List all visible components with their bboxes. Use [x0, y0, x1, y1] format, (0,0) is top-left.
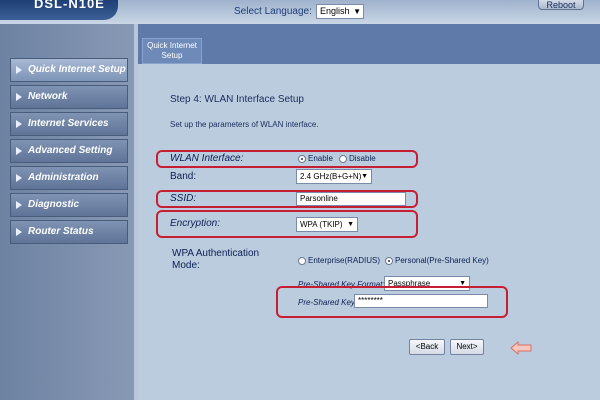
reboot-button[interactable]: Reboot — [538, 0, 584, 10]
sidebar-item-diagnostic[interactable]: Diagnostic — [10, 193, 128, 217]
chevron-down-icon: ▼ — [353, 7, 361, 16]
tab-label-line-1: Quick Internet — [147, 41, 197, 50]
select-language-label: Select Language: — [234, 6, 312, 17]
tab-bar: Quick Internet Setup — [138, 24, 600, 64]
enterprise-label: Enterprise(RADIUS) — [308, 256, 381, 265]
chevron-down-icon: ▼ — [361, 173, 368, 180]
wpa-auth-label-line-1: WPA Authentication — [172, 248, 260, 259]
sidebar-item-router-status[interactable]: Router Status — [10, 220, 128, 244]
radio-unselected-icon[interactable] — [298, 256, 306, 265]
sidebar: Quick Internet Setup Network Internet Se… — [0, 24, 134, 400]
tab-quick-internet-setup[interactable]: Quick Internet Setup — [142, 38, 202, 64]
band-value: 2.4 GHz(B+G+N) — [300, 172, 362, 181]
sidebar-item-advanced-setting[interactable]: Advanced Setting — [10, 139, 128, 163]
model-name: DSL-N10E — [34, 0, 105, 11]
radio-selected-icon[interactable] — [385, 256, 393, 265]
model-logo: DSL-N10E — [0, 0, 118, 20]
chevron-down-icon: ▼ — [347, 221, 354, 228]
encryption-select[interactable]: WPA (TKIP) ▼ — [296, 217, 358, 232]
sidebar-item-label: Internet Services — [28, 118, 109, 129]
sidebar-item-label: Advanced Setting — [28, 145, 113, 156]
triangle-right-icon — [16, 66, 22, 74]
psk-input[interactable]: ******** — [354, 294, 488, 308]
disable-radio-option[interactable]: Disable — [339, 154, 376, 163]
band-select[interactable]: 2.4 GHz(B+G+N) ▼ — [296, 169, 372, 184]
sidebar-item-administration[interactable]: Administration — [10, 166, 128, 190]
enable-label: Enable — [308, 154, 333, 163]
encryption-label: Encryption: — [170, 218, 221, 229]
back-button[interactable]: <Back — [409, 339, 445, 355]
radio-unselected-icon[interactable] — [339, 154, 347, 163]
language-value: English — [320, 6, 350, 16]
encryption-value: WPA (TKIP) — [300, 220, 343, 229]
sidebar-item-label: Router Status — [28, 226, 94, 237]
ssid-label: SSID: — [170, 193, 197, 204]
disable-label: Disable — [349, 154, 376, 163]
band-label: Band: — [170, 171, 197, 182]
ssid-input[interactable]: Parsonline — [296, 192, 406, 206]
page-description: Set up the parameters of WLAN interface. — [170, 120, 319, 129]
next-button[interactable]: Next> — [450, 339, 484, 355]
enable-radio-option[interactable]: Enable — [298, 154, 333, 163]
sidebar-item-network[interactable]: Network — [10, 85, 128, 109]
arrow-left-icon — [510, 341, 532, 355]
page-title: Step 4: WLAN Interface Setup — [170, 94, 304, 105]
enterprise-radio-option[interactable]: Enterprise(RADIUS) — [298, 256, 380, 265]
sidebar-item-label: Quick Internet Setup — [28, 64, 126, 75]
personal-label: Personal(Pre-Shared Key) — [395, 256, 489, 265]
radio-selected-icon[interactable] — [298, 154, 306, 163]
top-header: DSL-N10E Select Language: English ▼ Rebo… — [0, 0, 600, 24]
sidebar-item-quick-internet-setup[interactable]: Quick Internet Setup — [10, 58, 128, 82]
tab-label-line-2: Setup — [161, 51, 183, 60]
psk-label: Pre-Shared Key: — [298, 298, 358, 307]
triangle-right-icon — [16, 147, 22, 155]
language-select[interactable]: English ▼ — [316, 4, 364, 19]
wlan-interface-label: WLAN Interface: — [170, 153, 244, 164]
triangle-right-icon — [16, 228, 22, 236]
wpa-auth-label-line-2: Mode: — [172, 260, 200, 271]
triangle-right-icon — [16, 93, 22, 101]
sidebar-item-internet-services[interactable]: Internet Services — [10, 112, 128, 136]
sidebar-item-label: Diagnostic — [28, 199, 80, 210]
sidebar-item-label: Network — [28, 91, 68, 102]
personal-radio-option[interactable]: Personal(Pre-Shared Key) — [385, 256, 489, 265]
triangle-right-icon — [16, 174, 22, 182]
sidebar-item-label: Administration — [28, 172, 99, 183]
triangle-right-icon — [16, 120, 22, 128]
triangle-right-icon — [16, 201, 22, 209]
